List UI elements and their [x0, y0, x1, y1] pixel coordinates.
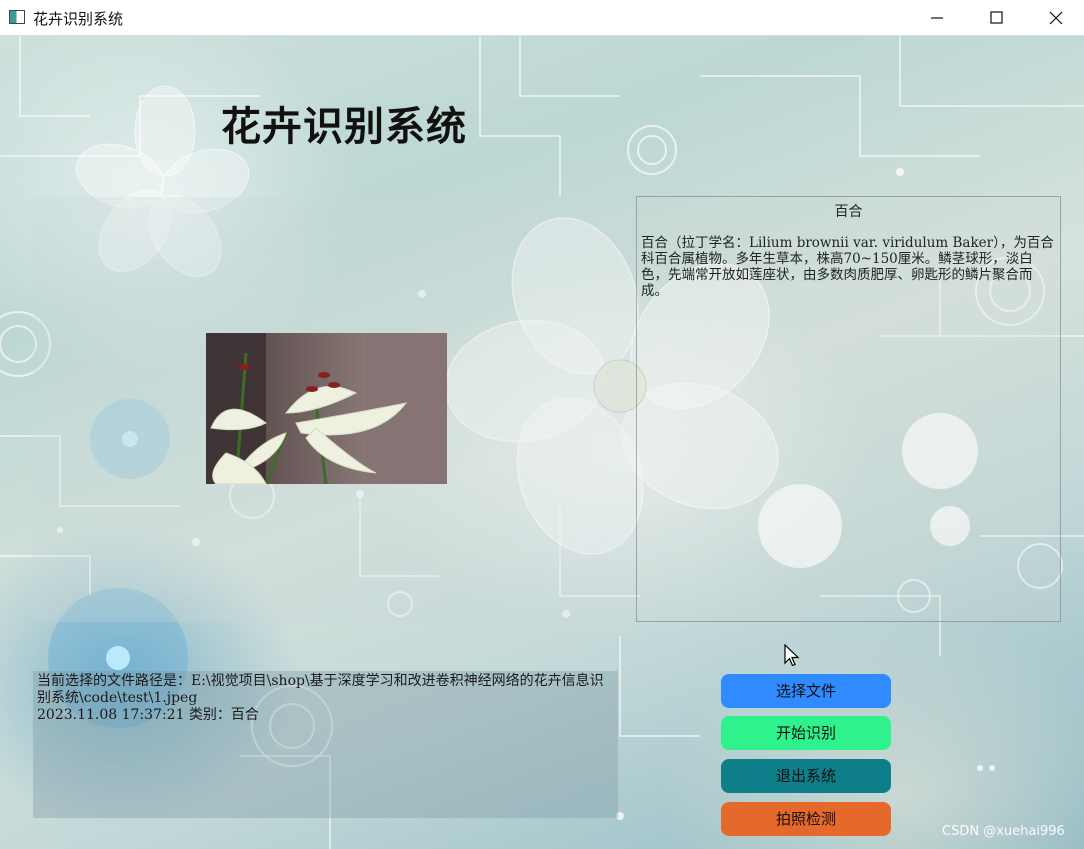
window-title: 花卉识别系统: [33, 10, 124, 28]
file-path-line: 当前选择的文件路径是：E:\视觉项目\shop\基于深度学习和改进卷积神经网络的…: [37, 673, 604, 706]
result-panel: 百合 百合（拉丁学名：Lilium brownii var. viridulum…: [636, 196, 1061, 622]
main-window: 花卉识别系统 百合 百合（拉丁学名：Lilium brownii var. vi…: [0, 36, 1084, 849]
maximize-icon: [990, 11, 1003, 24]
photo-detect-button[interactable]: 拍照检测: [721, 802, 891, 836]
flower-description: 百合（拉丁学名：Lilium brownii var. viridulum Ba…: [641, 235, 1054, 299]
close-icon: [1049, 11, 1063, 25]
maximize-button[interactable]: [968, 0, 1026, 36]
flower-image: [206, 333, 447, 484]
flower-name-label: 百合: [834, 204, 863, 220]
minimize-icon: [931, 17, 943, 19]
watermark-text: CSDN @xuehai996: [942, 824, 1065, 839]
close-button[interactable]: [1027, 0, 1084, 36]
status-panel: 当前选择的文件路径是：E:\视觉项目\shop\基于深度学习和改进卷积神经网络的…: [33, 671, 618, 818]
mouse-cursor-icon: [784, 644, 800, 667]
select-file-button[interactable]: 选择文件: [721, 674, 891, 708]
app-icon: [9, 10, 25, 24]
window-titlebar[interactable]: 花卉识别系统: [0, 0, 1084, 36]
page-title: 花卉识别系统: [221, 104, 467, 150]
lily-photo-graphic: [206, 333, 447, 484]
minimize-button[interactable]: [908, 0, 966, 36]
category-line: 2023.11.08 17:37:21 类别：百合: [37, 707, 259, 723]
start-recognition-button[interactable]: 开始识别: [721, 716, 891, 750]
status-text: 当前选择的文件路径是：E:\视觉项目\shop\基于深度学习和改进卷积神经网络的…: [37, 673, 615, 724]
exit-system-button[interactable]: 退出系统: [721, 759, 891, 793]
